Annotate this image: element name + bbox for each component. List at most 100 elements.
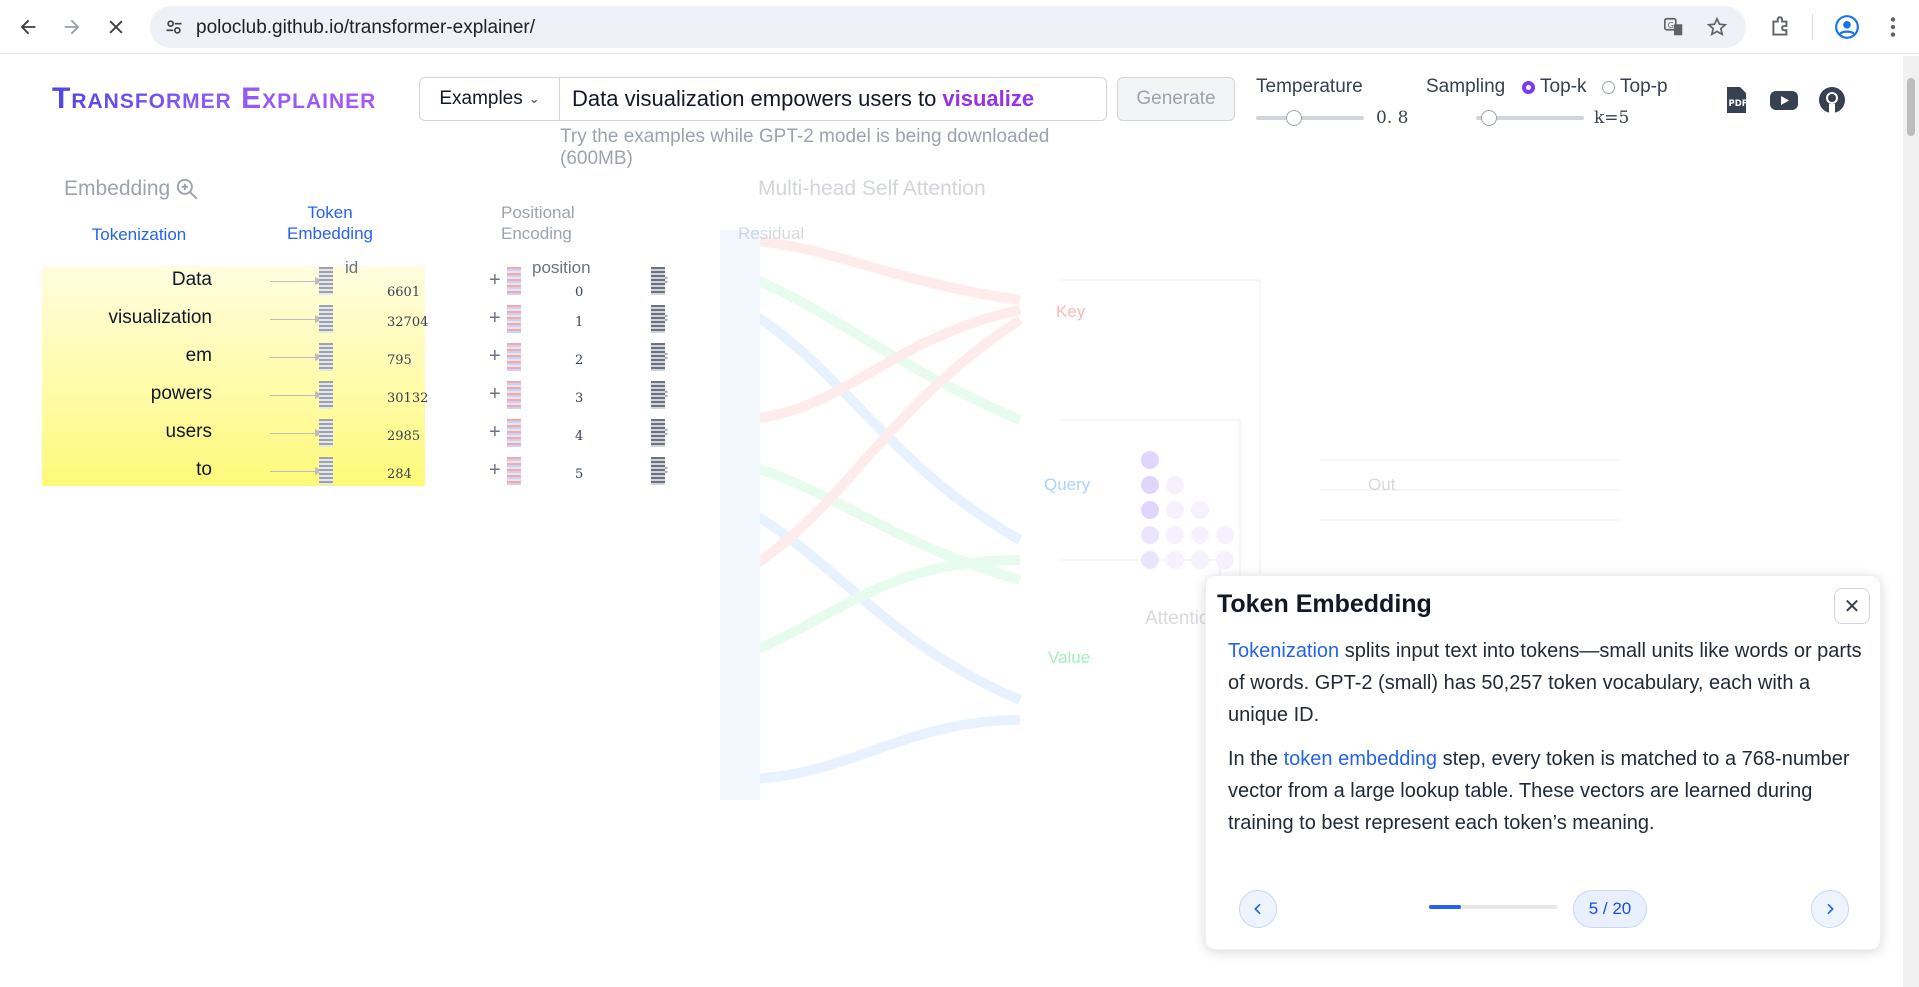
token-word[interactable]: em <box>42 345 212 367</box>
svg-text:G: G <box>1668 20 1674 30</box>
zoom-in-icon[interactable] <box>174 176 200 202</box>
token-embedding-header[interactable]: Token Embedding <box>275 202 385 244</box>
result-vector[interactable] <box>651 419 665 447</box>
radio-unselected-icon <box>1602 80 1615 94</box>
plus-sign: + <box>489 383 501 405</box>
token-position: 0 <box>575 285 584 300</box>
token-row[interactable]: em795+2= <box>42 339 762 377</box>
tokenization-header[interactable]: Tokenization <box>74 224 204 245</box>
tour-progress-bar <box>1429 905 1557 909</box>
prompt-input[interactable]: Data visualization empowers users to vis… <box>560 78 1106 120</box>
topk-radio[interactable]: Top-k <box>1522 76 1586 98</box>
result-vector[interactable] <box>651 343 665 371</box>
token-id: 2985 <box>387 429 421 444</box>
bookmark-star-icon[interactable] <box>1706 16 1728 38</box>
next-button[interactable] <box>1811 890 1849 928</box>
topk-slider[interactable] <box>1476 110 1584 126</box>
token-id: 32704 <box>387 315 429 330</box>
token-word[interactable]: to <box>42 459 212 481</box>
token-row[interactable]: users2985+4= <box>42 415 762 453</box>
token-row[interactable]: powers30132+3= <box>42 377 762 415</box>
token-row[interactable]: visualization32704+1= <box>42 301 762 339</box>
card-paragraph-2: In the token embedding step, every token… <box>1228 743 1868 839</box>
token-row[interactable]: to284+5= <box>42 453 762 491</box>
examples-dropdown[interactable]: Examples ⌄ <box>420 78 560 120</box>
token-vector[interactable] <box>319 457 333 485</box>
token-id: 795 <box>387 353 412 368</box>
forward-icon[interactable] <box>56 11 88 43</box>
topk-slider-knob[interactable] <box>1480 110 1497 126</box>
menu-kebab-icon[interactable] <box>1880 14 1906 40</box>
token-vector[interactable] <box>319 419 333 447</box>
address-bar[interactable]: poloclub.github.io/transformer-explainer… <box>150 6 1746 48</box>
result-vector[interactable] <box>651 381 665 409</box>
scrollbar-thumb[interactable] <box>1907 78 1915 136</box>
generate-button[interactable]: Generate <box>1117 77 1235 121</box>
result-vector[interactable] <box>651 305 665 333</box>
previous-button[interactable] <box>1239 890 1277 928</box>
plus-sign: + <box>489 421 501 443</box>
close-icon[interactable]: ✕ <box>1834 588 1870 624</box>
prompt-input-group: Examples ⌄ Data visualization empowers u… <box>419 77 1107 121</box>
query-label: Query <box>1044 475 1091 494</box>
github-icon[interactable] <box>1816 84 1848 116</box>
token-word[interactable]: powers <box>42 383 212 405</box>
card-paragraph-1: Tokenization splits input text into toke… <box>1228 635 1868 731</box>
positional-vector[interactable] <box>507 267 521 295</box>
token-position: 5 <box>575 467 584 482</box>
token-id: 6601 <box>387 285 421 300</box>
token-id: 30132 <box>387 391 429 406</box>
embedding-title[interactable]: Embedding <box>64 176 200 202</box>
arrow-right-icon <box>270 315 323 323</box>
arrow-right-icon <box>270 467 323 475</box>
page-scrollbar[interactable] <box>1903 56 1919 987</box>
token-word[interactable]: Data <box>42 269 212 291</box>
app-logo[interactable]: Transformer Explainer <box>52 82 376 116</box>
profile-icon[interactable] <box>1834 14 1860 40</box>
token-word[interactable]: visualization <box>42 307 213 329</box>
examples-label: Examples <box>439 88 523 109</box>
positional-vector[interactable] <box>507 381 521 409</box>
token-vector[interactable] <box>319 381 333 409</box>
translate-icon[interactable]: G <box>1663 16 1685 38</box>
result-vector[interactable] <box>651 267 665 295</box>
positional-vector[interactable] <box>507 419 521 447</box>
positional-vector[interactable] <box>507 457 521 485</box>
page-indicator: 5 / 20 <box>1573 890 1647 928</box>
tour-progress-fill <box>1429 905 1461 909</box>
tokenization-link[interactable]: Tokenization <box>1228 640 1339 662</box>
prompt-highlight: visualize <box>942 86 1035 111</box>
token-row[interactable]: Data6601+0= <box>42 263 762 301</box>
browser-toolbar: poloclub.github.io/transformer-explainer… <box>0 0 1919 54</box>
stop-icon[interactable] <box>100 11 132 43</box>
token-embedding-card: Token Embedding ✕ Tokenization splits in… <box>1205 575 1881 950</box>
radio-selected-icon <box>1522 80 1535 94</box>
token-id: 284 <box>387 467 412 482</box>
chevron-right-icon <box>1827 903 1834 915</box>
positional-vector[interactable] <box>507 343 521 371</box>
token-vector[interactable] <box>319 343 333 371</box>
download-hint: Try the examples while GPT-2 model is be… <box>560 126 1050 169</box>
token-embedding-link[interactable]: token embedding <box>1284 748 1437 770</box>
token-word[interactable]: users <box>42 421 212 443</box>
positional-encoding-header[interactable]: Positional Encoding <box>486 202 596 244</box>
pdf-icon[interactable]: PDF <box>1720 84 1752 116</box>
site-info-icon[interactable] <box>164 17 184 37</box>
token-vector[interactable] <box>319 305 333 333</box>
back-icon[interactable] <box>12 11 44 43</box>
temperature-slider-knob[interactable] <box>1285 110 1302 126</box>
positional-vector[interactable] <box>507 305 521 333</box>
key-label: Key <box>1056 302 1086 321</box>
token-position: 4 <box>575 429 584 444</box>
sampling-label: Sampling <box>1426 76 1506 97</box>
extensions-icon[interactable] <box>1768 14 1794 40</box>
token-vector[interactable] <box>319 267 333 295</box>
temperature-slider[interactable] <box>1256 110 1364 126</box>
value-label: Value <box>1048 648 1091 667</box>
topp-radio[interactable]: Top-p <box>1602 76 1668 98</box>
result-vector[interactable] <box>651 457 665 485</box>
embedding-title-text: Embedding <box>64 177 171 200</box>
url-text[interactable]: poloclub.github.io/transformer-explainer… <box>196 17 535 39</box>
youtube-icon[interactable] <box>1768 84 1800 116</box>
topp-label: Top-p <box>1620 76 1668 97</box>
